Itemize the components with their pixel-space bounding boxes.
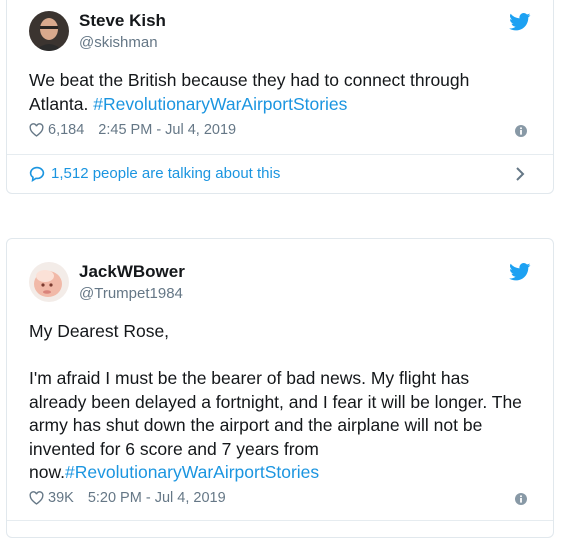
speech-bubble-icon [29,166,45,182]
avatar[interactable] [29,11,69,51]
author-handle[interactable]: @Trumpet1984 [79,285,183,302]
tweet-text: We beat the British because they had to … [29,69,531,116]
like-count[interactable]: 6,184 [48,122,84,138]
tweet-meta: 39K 5:20 PM - Jul 4, 2019 [29,490,226,506]
timestamp[interactable]: 2:45 PM - Jul 4, 2019 [98,122,236,138]
twitter-bird-icon[interactable] [509,13,531,31]
conversation-link[interactable]: 1,512 people are talking about this [29,165,280,182]
heart-icon[interactable] [29,123,44,137]
author-name[interactable]: JackWBower [79,262,185,282]
avatar[interactable] [29,262,69,302]
author-name[interactable]: Steve Kish [79,11,166,31]
conversation-label: 1,512 people are talking about this [51,165,281,182]
like-count[interactable]: 39K [48,490,74,506]
tweet-text: I'm afraid I must be the bearer of bad n… [29,367,531,485]
divider [7,520,553,521]
hashtag-link[interactable]: #RevolutionaryWarAirportStories [93,94,347,114]
divider [7,154,553,155]
chevron-right-icon[interactable] [515,166,525,182]
timestamp[interactable]: 5:20 PM - Jul 4, 2019 [88,490,226,506]
heart-icon[interactable] [29,491,44,505]
twitter-bird-icon[interactable] [509,263,531,281]
author-handle[interactable]: @skishman [79,34,158,51]
tweet-meta: 6,184 2:45 PM - Jul 4, 2019 [29,122,236,138]
info-icon[interactable] [515,125,527,137]
tweet-card[interactable]: Steve Kish @skishman We beat the British… [6,0,554,194]
hashtag-link[interactable]: #RevolutionaryWarAirportStories [65,462,319,482]
info-icon[interactable] [515,493,527,505]
tweet-salutation: My Dearest Rose, [29,321,170,341]
tweet-card[interactable]: JackWBower @Trumpet1984 My Dearest Rose,… [6,238,554,538]
